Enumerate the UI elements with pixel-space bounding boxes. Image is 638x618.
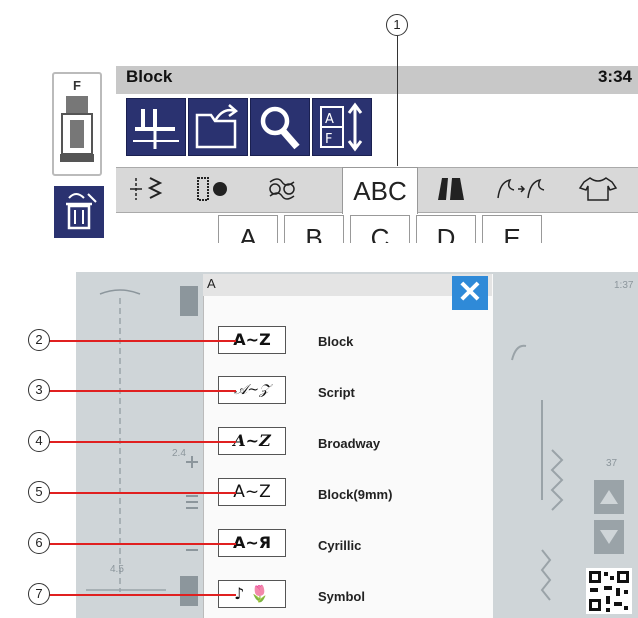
background-stitch-preview [86, 286, 198, 606]
presser-foot-code: F [73, 78, 81, 93]
callout-6: 6 [28, 532, 50, 554]
magnifier-icon [260, 106, 300, 150]
letter-size-icon: A F [320, 102, 363, 152]
callout-5: 5 [28, 481, 50, 503]
font-broadway-label: Broadway [318, 436, 381, 451]
qr-code-icon [586, 568, 632, 614]
callout-2-leader [48, 340, 236, 342]
zoom-button[interactable] [250, 98, 310, 156]
letter-size-button[interactable]: A F [312, 98, 372, 156]
callout-2: 2 [28, 329, 50, 351]
letter-cell[interactable]: B [284, 215, 344, 243]
folder-icon [195, 104, 239, 149]
tab-combination[interactable] [486, 167, 550, 211]
close-button[interactable]: ✕ [452, 276, 488, 310]
font-cyrillic-label: Cyrillic [318, 538, 362, 553]
top-screen: F Block 3:34 A F ABC A B C D E 1 [0, 0, 638, 250]
tab-alphabet-label: ABC [353, 175, 407, 206]
callout-4-leader [48, 441, 236, 443]
satin-stitch-icon [438, 178, 464, 200]
dialog-header [203, 274, 492, 296]
callout-1: 1 [386, 14, 408, 36]
font-block-label: Block [318, 334, 354, 349]
callout-3-leader [48, 390, 236, 392]
background-time: 1:37 [614, 280, 634, 291]
presser-foot-icon [60, 96, 94, 162]
svg-text:A: A [325, 112, 334, 127]
font-block-9mm-label: Block(9mm) [318, 487, 393, 502]
letter-cell[interactable]: E [482, 215, 542, 243]
letter-cell[interactable]: C [350, 215, 410, 243]
needle-position-button[interactable] [126, 98, 186, 156]
callout-3: 3 [28, 379, 50, 401]
letter-cell[interactable]: D [416, 215, 476, 243]
time-display: 3:34 [597, 67, 632, 86]
callout-7: 7 [28, 583, 50, 605]
save-file-button[interactable] [188, 98, 248, 156]
font-symbol-label: Symbol [318, 589, 365, 604]
floral-icon [497, 178, 545, 199]
callout-7-leader [48, 594, 236, 596]
font-script-label: Script [318, 385, 355, 400]
decorative-stitch-icon [269, 178, 295, 200]
title-bar [116, 66, 638, 94]
tab-buttonhole[interactable] [180, 167, 244, 211]
trash-icon [66, 193, 97, 230]
callout-1-leader [397, 36, 398, 166]
background-width-reading: 2.4 [172, 448, 186, 459]
tab-decorative[interactable] [250, 167, 314, 211]
needle-icon [133, 109, 179, 149]
tab-satin[interactable] [420, 167, 484, 211]
utility-stitch-icon [130, 177, 163, 200]
callout-6-leader [48, 543, 236, 545]
tab-garment[interactable] [566, 167, 630, 211]
callout-4: 4 [28, 430, 50, 452]
shirt-icon [578, 177, 618, 201]
clear-button[interactable] [54, 186, 104, 238]
dialog-title: A [207, 276, 216, 291]
tab-alphabet[interactable]: ABC [342, 167, 418, 214]
mode-title: Block [126, 67, 173, 86]
tab-utility[interactable] [116, 167, 180, 211]
svg-text:F: F [325, 132, 332, 147]
buttonhole-icon [197, 177, 227, 201]
background-length-reading: 4.5 [110, 564, 124, 575]
callout-5-leader [48, 492, 236, 494]
letter-cell[interactable]: A [218, 215, 278, 243]
